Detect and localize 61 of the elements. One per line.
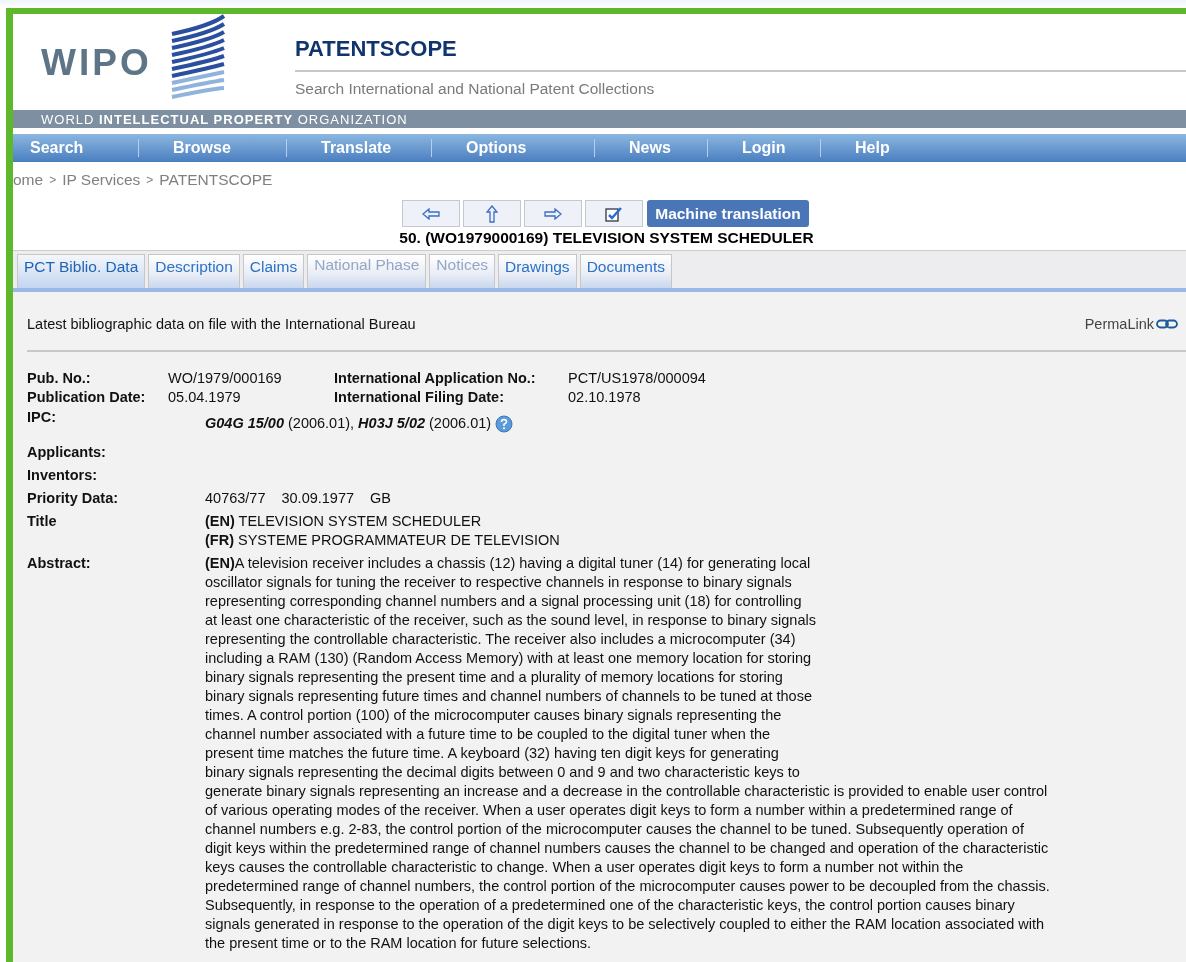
breadcrumb-link[interactable]: ome: [13, 171, 44, 189]
breadcrumb-link[interactable]: IP Services: [62, 171, 141, 189]
previous-button[interactable]: [402, 200, 461, 227]
field-label: Publication Date:: [27, 388, 147, 407]
field-value: 05.04.1979: [168, 388, 242, 407]
breadcrumb-separator: >: [146, 173, 154, 187]
title-text: SYSTEME PROGRAMMATEUR DE TELEVISION: [238, 532, 560, 548]
next-button[interactable]: [524, 200, 583, 227]
ipc-version: (2006.01): [429, 414, 492, 433]
field-label: International Application No.:: [334, 369, 537, 388]
priority-value: 40763/77: [205, 489, 266, 508]
site-title: PATENTSCOPE: [295, 36, 1186, 72]
right-arrow-icon: [544, 207, 563, 220]
tab[interactable]: Claims: [242, 254, 305, 288]
field-label: Priority Data:: [27, 489, 120, 508]
checkbox-arrow-icon: [605, 205, 624, 222]
tab[interactable]: PCT Biblio. Data: [17, 254, 146, 288]
help-icon[interactable]: [495, 414, 514, 433]
intro-text: Latest bibliographic data on file with the International Bureau: [27, 316, 416, 332]
tab[interactable]: Documents: [579, 254, 673, 288]
abstract-text: (EN)A television receiver includes a chassis (12) having a digital tuner (14) for generating local oscillator signals for tuning the receiver to respective channels in response to binary signals representing corresponding channel numbers and a signal processing unit (18) for controlling at least one characteristic of the receiver, such as the sound level, in response to binary signals representing the controllable characteristic. The receiver also includes a microcomputer (34) including a RAM (130) (Random Access Memory) with at least one memory location for storing binary signals representing the present time and a plurality of memory locations for storing binary signals representing future times and channel numbers of channels to be tuned at those times. A control portion (100) of the microcomputer causes binary signals representing the channel number associated with a future time to be coupled to the digital tuner when the present time matches the future time. A keyboard (32) having ten digit keys for generating binary signals representing the decimal digits between 0 and 9 and two characteristic keys to generate binary signals representing an increase and a decrease in the controllable characteristic is provided to enable user control of various operating modes of the receiver. When a user operates digit keys to form a number within a predetermined range of channel numbers e.g. 2-83, the control portion of the microcomputer causes the channel to be tuned. Subsequently operation of digit keys within the predetermined range of channel numbers causes the channel to be changed and operation of the characteristic keys causes the controllable characteristic to change. When a user operates digit keys to form a number not within the predetermined range of channel numbers, the control portion of the microcomputer causes power to be decoupled from the chassis. Subsequently, in response to the operation of a predetermined one of the characteristic keys, the control portion causes binary signals generated in response to the operation of the digit keys to be selectively coupled to either the RAM location associated with the present time or to the RAM location for future selections.: [205, 554, 1050, 953]
title-text: TELEVISION SYSTEM SCHEDULER: [238, 513, 482, 529]
breadcrumb-link[interactable]: PATENTSCOPE: [159, 171, 273, 189]
field-value: WO/1979/000169: [168, 369, 283, 388]
tab[interactable]: Description: [148, 254, 240, 288]
document-title: 50. (WO1979000169) TELEVISION SYSTEM SCHEDULER: [398, 229, 815, 248]
field-value: 02.10.1978: [568, 388, 642, 407]
permalink[interactable]: PermaLink: [1084, 316, 1178, 332]
machine-translation-button[interactable]: Machine translation: [647, 200, 809, 227]
priority-value: 30.09.1977: [281, 489, 355, 508]
ipc-version: (2006.01),: [288, 414, 355, 433]
language-code: (FR): [205, 532, 234, 548]
chain-link-icon: [1156, 319, 1178, 329]
ipc-code-link[interactable]: H03J 5/02: [358, 414, 426, 433]
breadcrumb-separator: >: [49, 173, 57, 187]
menu-item[interactable]: Translate: [287, 139, 432, 157]
field-label: IPC:: [27, 408, 57, 427]
up-button[interactable]: [463, 200, 522, 227]
field-label: Inventors:: [27, 466, 99, 485]
field-label: Abstract:: [27, 554, 92, 573]
field-label: Applicants:: [27, 443, 107, 462]
field-label: Title: [27, 512, 58, 531]
field-label: International Filing Date:: [334, 388, 505, 407]
organization-name: WORLD INTELLECTUAL PROPERTY ORGANIZATION: [41, 112, 408, 127]
tab[interactable]: Drawings: [498, 254, 577, 288]
menu-item[interactable]: Options: [432, 139, 595, 157]
left-arrow-icon: [422, 207, 441, 220]
site-subtitle: Search International and National Patent Collections: [295, 80, 656, 98]
menu-item[interactable]: Search: [13, 139, 139, 157]
priority-value: GB: [370, 489, 391, 508]
menu-item[interactable]: Browse: [139, 139, 287, 157]
menu-item[interactable]: Login: [708, 139, 821, 157]
language-code: (EN): [205, 513, 235, 529]
menu-item[interactable]: Help: [821, 139, 890, 157]
up-arrow-icon: [486, 204, 499, 223]
field-label: Pub. No.:: [27, 369, 92, 388]
wipo-logo-text: WIPO: [41, 41, 152, 84]
ipc-code-link[interactable]: G04G 15/00: [205, 414, 284, 433]
menu-item[interactable]: News: [595, 139, 708, 157]
field-value: PCT/US1978/000094: [568, 369, 707, 388]
edit-button[interactable]: [585, 200, 644, 227]
